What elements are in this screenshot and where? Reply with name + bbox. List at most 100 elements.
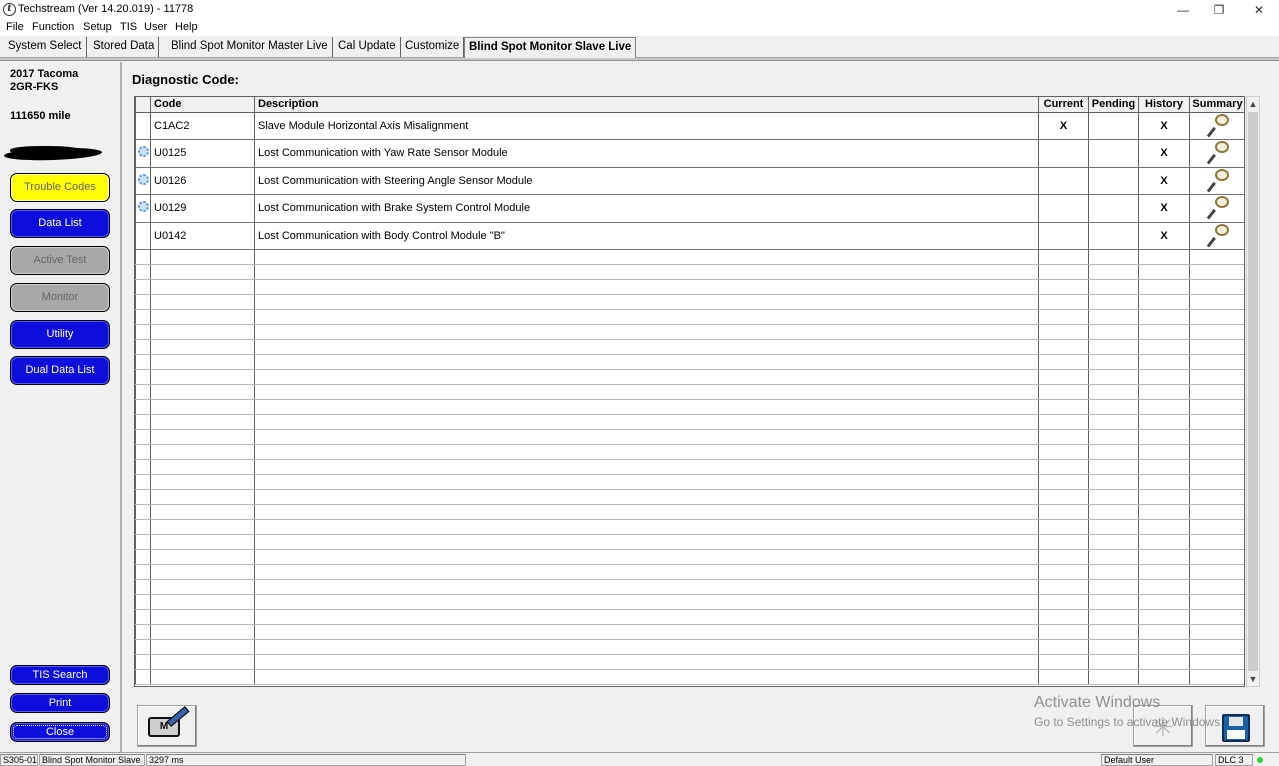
tab-customize[interactable]: Customize: [401, 37, 465, 57]
dtc-current: [1038, 221, 1089, 250]
empty-cell: [1038, 489, 1089, 505]
dtc-description: Lost Communication with Steering Angle S…: [254, 166, 1039, 195]
tab-system-select[interactable]: System Select: [4, 37, 87, 57]
empty-cell: [150, 474, 255, 490]
empty-cell: [254, 279, 1039, 295]
tab-bsm-master-live[interactable]: Blind Spot Monitor Master Live: [167, 37, 333, 57]
empty-cell: [135, 654, 151, 670]
empty-cell: [150, 654, 255, 670]
empty-cell: [135, 324, 151, 340]
empty-cell: [1189, 504, 1244, 520]
empty-cell: [135, 579, 151, 595]
empty-cell: [1189, 474, 1244, 490]
utility-button[interactable]: Utility: [10, 320, 110, 349]
minimize-button[interactable]: —: [1163, 0, 1203, 20]
print-button[interactable]: Print: [10, 693, 110, 713]
tab-stored-data[interactable]: Stored Data: [89, 37, 160, 57]
empty-cell: [1189, 429, 1244, 445]
empty-cell: [1038, 309, 1089, 325]
empty-cell: [1138, 669, 1190, 685]
empty-cell: [1138, 594, 1190, 610]
empty-cell: [1088, 669, 1139, 685]
table-row[interactable]: U0126 Lost Communication with Steering A…: [135, 166, 1244, 195]
empty-cell: [1138, 249, 1190, 265]
magnifier-icon[interactable]: [1205, 168, 1231, 194]
active-test-button[interactable]: Active Test: [10, 246, 110, 275]
empty-cell: [254, 414, 1039, 430]
table-row[interactable]: U0125 Lost Communication with Yaw Rate S…: [135, 139, 1244, 168]
empty-cell: [1138, 534, 1190, 550]
empty-cell: [1038, 669, 1089, 685]
empty-cell: [1038, 279, 1089, 295]
close-button[interactable]: Close: [10, 722, 110, 742]
table-row[interactable]: U0129 Lost Communication with Brake Syst…: [135, 194, 1244, 223]
table-scrollbar[interactable]: ▲ ▼: [1246, 96, 1260, 687]
menu-user[interactable]: User: [144, 21, 167, 33]
empty-table-row: [135, 579, 1244, 595]
menu-file[interactable]: File: [6, 21, 24, 33]
menu-help[interactable]: Help: [175, 21, 198, 33]
techstream-logo-icon: t: [3, 3, 16, 16]
empty-cell: [1138, 309, 1190, 325]
restore-button[interactable]: ❐: [1199, 0, 1239, 20]
tab-cal-update[interactable]: Cal Update: [334, 37, 401, 57]
empty-cell: [1038, 609, 1089, 625]
magnifier-icon[interactable]: [1205, 223, 1231, 249]
empty-cell: [1189, 459, 1244, 475]
monitor-button[interactable]: Monitor: [10, 283, 110, 312]
header-history[interactable]: History: [1138, 97, 1190, 113]
dtc-code: U0142: [150, 221, 255, 250]
header-current[interactable]: Current: [1038, 97, 1089, 113]
trouble-codes-button[interactable]: Trouble Codes: [10, 173, 110, 202]
dual-data-list-button[interactable]: Dual Data List: [10, 356, 110, 385]
close-window-button[interactable]: ✕: [1239, 0, 1279, 20]
empty-cell: [254, 444, 1039, 460]
empty-cell: [1189, 294, 1244, 310]
empty-cell: [1189, 339, 1244, 355]
empty-cell: [135, 624, 151, 640]
tis-search-button[interactable]: TIS Search: [10, 665, 110, 685]
magnifier-icon[interactable]: [1205, 195, 1231, 221]
menu-setup[interactable]: Setup: [83, 21, 112, 33]
dtc-code: U0129: [150, 194, 255, 223]
menu-function[interactable]: Function: [32, 21, 74, 33]
header-summary[interactable]: Summary: [1189, 97, 1244, 113]
empty-cell: [1189, 489, 1244, 505]
tab-bsm-slave-live[interactable]: Blind Spot Monitor Slave Live: [464, 37, 637, 58]
scroll-down-icon[interactable]: ▼: [1247, 672, 1259, 686]
row-select-cell: [135, 111, 151, 140]
menu-tis[interactable]: TIS: [120, 21, 137, 33]
scroll-thumb[interactable]: [1248, 112, 1258, 671]
empty-cell: [1088, 384, 1139, 400]
header-pending[interactable]: Pending: [1088, 97, 1139, 113]
empty-table-row: [135, 474, 1244, 490]
empty-table-row: [135, 384, 1244, 400]
data-list-button[interactable]: Data List: [10, 209, 110, 238]
status-user: Default User: [1101, 754, 1213, 766]
empty-cell: [1038, 474, 1089, 490]
table-row[interactable]: C1AC2 Slave Module Horizontal Axis Misal…: [135, 111, 1244, 140]
empty-cell: [1138, 519, 1190, 535]
empty-cell: [1088, 489, 1139, 505]
dtc-history: X: [1138, 166, 1190, 195]
magnifier-icon[interactable]: [1205, 113, 1231, 139]
status-module: Blind Spot Monitor Slave: [39, 754, 145, 766]
engine-dtc-button[interactable]: M: [137, 705, 197, 747]
header-description[interactable]: Description: [254, 97, 1039, 113]
main-panel: Diagnostic Code: Code Description Curren…: [124, 62, 1279, 752]
empty-cell: [254, 399, 1039, 415]
activate-windows-hint: Go to Settings to activate Windows.: [1034, 715, 1224, 729]
empty-table-row: [135, 519, 1244, 535]
table-row[interactable]: U0142 Lost Communication with Body Contr…: [135, 221, 1244, 250]
magnifier-icon[interactable]: [1205, 140, 1231, 166]
empty-cell: [1038, 519, 1089, 535]
empty-cell: [254, 309, 1039, 325]
empty-cell: [1088, 414, 1139, 430]
empty-cell: [150, 624, 255, 640]
row-select-cell: [135, 194, 151, 223]
empty-cell: [135, 609, 151, 625]
header-code[interactable]: Code: [150, 97, 255, 113]
scroll-up-icon[interactable]: ▲: [1247, 97, 1259, 111]
empty-cell: [150, 309, 255, 325]
empty-cell: [1088, 264, 1139, 280]
